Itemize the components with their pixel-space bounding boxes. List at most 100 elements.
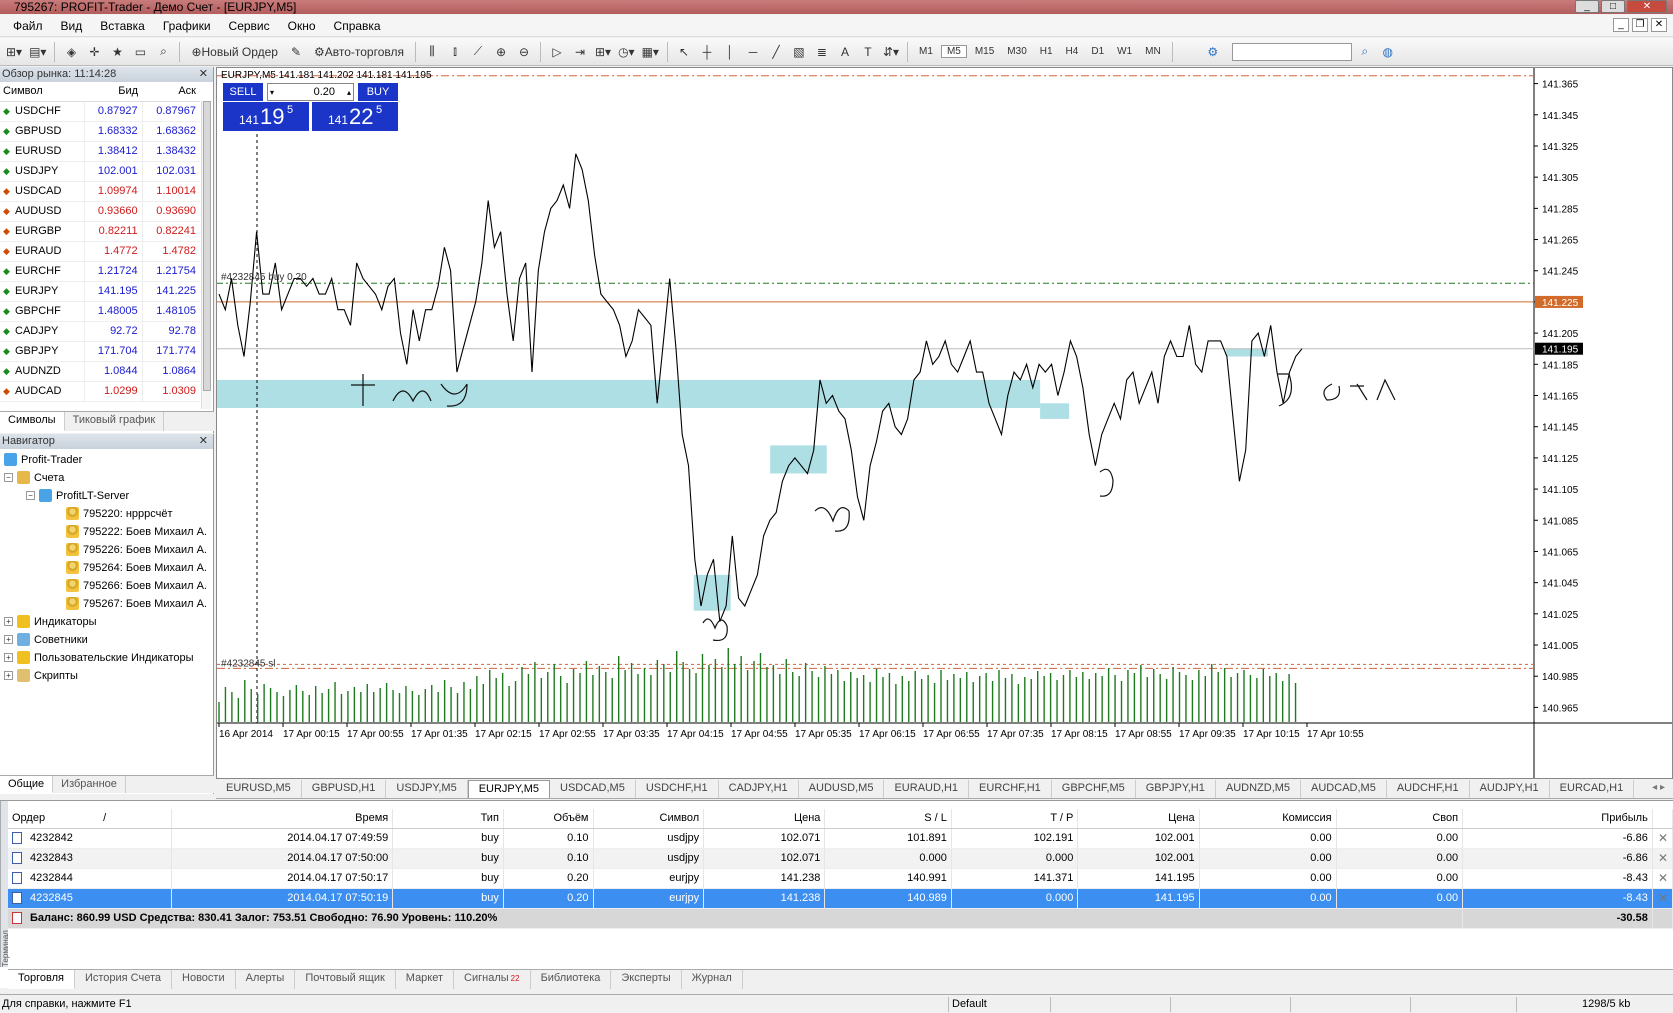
auto-scroll-icon[interactable]: ▷	[547, 41, 567, 63]
market-watch-row[interactable]: ◆ USDCAD 1.09974 1.10014	[0, 181, 200, 202]
maximize-button[interactable]: □	[1601, 0, 1625, 13]
chart-tab[interactable]: GBPJPY,H1	[1136, 780, 1216, 798]
col-symbol[interactable]: Символ	[0, 82, 85, 102]
expand-icon[interactable]: +	[4, 635, 13, 644]
chart-tab[interactable]: CADJPY,H1	[719, 780, 799, 798]
buy-price-button[interactable]: 141 22 5	[312, 102, 398, 131]
tf-m5[interactable]: M5	[940, 45, 967, 58]
nav-account-item[interactable]: 795267: Боев Михаил А.	[66, 597, 207, 610]
market-watch-row[interactable]: ◆ CADJPY 92.72 92.78	[0, 321, 200, 342]
order-buy-label[interactable]: #4232845 buy 0.20	[221, 272, 307, 283]
terminal-tab[interactable]: Журнал	[682, 970, 743, 989]
chart-tab[interactable]: AUDJPY,H1	[1470, 780, 1550, 798]
community-icon[interactable]: ◍	[1378, 41, 1398, 63]
close-order-icon[interactable]: ✕	[1658, 871, 1668, 885]
menu-window[interactable]: Окно	[279, 19, 325, 33]
col-ask[interactable]: Аск	[142, 82, 200, 102]
close-icon[interactable]: ✕	[199, 434, 208, 449]
chart-tab[interactable]: USDJPY,M5	[386, 780, 468, 798]
tf-m1[interactable]: M1	[914, 46, 938, 57]
market-watch-icon[interactable]: ◈	[61, 41, 81, 63]
tab-symbols[interactable]: Символы	[0, 412, 65, 431]
col-header[interactable]: Время	[171, 809, 394, 829]
expand-icon[interactable]: +	[4, 653, 13, 662]
line-chart-icon[interactable]: ⟋	[468, 41, 488, 63]
sell-price-button[interactable]: 141 19 5	[223, 102, 309, 131]
strategy-tester-icon[interactable]: ⌕	[153, 41, 173, 63]
tf-h4[interactable]: H4	[1061, 46, 1084, 57]
chart-tab[interactable]: USDCAD,M5	[550, 780, 636, 798]
collapse-icon[interactable]: −	[4, 473, 13, 482]
nav-account-item[interactable]: 795220: нрррсчёт	[66, 507, 173, 520]
new-order-button[interactable]: ⊕ Новый Ордер	[186, 41, 283, 63]
terminal-tab[interactable]: История Счета	[75, 970, 173, 989]
col-header[interactable]: S / L	[824, 809, 952, 829]
terminal-tab[interactable]: Библиотека	[531, 970, 612, 989]
terminal-tab[interactable]: Сигналы 22	[454, 970, 531, 989]
col-header[interactable]: Объём	[503, 809, 594, 829]
col-header[interactable]: Цена	[1077, 809, 1200, 829]
support-resistance-zone[interactable]	[217, 379, 1041, 408]
tf-d1[interactable]: D1	[1086, 46, 1109, 57]
new-chart-icon[interactable]: ⊞▾	[4, 41, 24, 63]
support-resistance-zone[interactable]	[770, 445, 827, 474]
child-minimize-button[interactable]: _	[1613, 18, 1629, 32]
order-row[interactable]: 4232845 2014.04.17 07:50:19 buy 0.20 eurjpy 1…	[8, 888, 1673, 909]
market-watch-row[interactable]: ◆ EURCHF 1.21724 1.21754	[0, 261, 200, 282]
nav-account-item[interactable]: 795226: Боев Михаил А.	[66, 543, 207, 556]
tf-m15[interactable]: M15	[970, 46, 999, 57]
chart-tab[interactable]: AUDNZD,M5	[1216, 780, 1302, 798]
periods-icon[interactable]: ◷▾	[616, 41, 637, 63]
collapse-icon[interactable]: −	[26, 491, 35, 500]
cursor-icon[interactable]: ↖	[674, 41, 694, 63]
col-header[interactable]: Тип	[392, 809, 504, 829]
nav-indicators[interactable]: + Индикаторы	[4, 615, 97, 628]
close-order-icon[interactable]: ✕	[1658, 831, 1668, 845]
volume-down-icon[interactable]: ▾	[270, 85, 274, 101]
chart-tab[interactable]: GBPUSD,H1	[302, 780, 387, 798]
terminal-tab[interactable]: Маркет	[396, 970, 455, 989]
order-sl-label[interactable]: #4232845 sl	[221, 658, 276, 669]
label-icon[interactable]: T	[858, 41, 878, 63]
market-watch-row[interactable]: ◆ USDCHF 0.87927 0.87967	[0, 101, 200, 122]
market-watch-row[interactable]: ◆ USDJPY 102.001 102.031	[0, 161, 200, 182]
menu-file[interactable]: Файл	[4, 19, 52, 33]
chart-tab[interactable]: EURUSD,M5	[216, 780, 302, 798]
crosshair-icon[interactable]: ┼	[697, 41, 717, 63]
chart-shift-icon[interactable]: ⇥	[570, 41, 590, 63]
terminal-tab[interactable]: Алерты	[236, 970, 296, 989]
col-bid[interactable]: Бид	[84, 82, 143, 102]
terminal-tab[interactable]: Новости	[172, 970, 236, 989]
close-order-icon[interactable]: ✕	[1658, 851, 1668, 865]
minimize-button[interactable]: _	[1575, 0, 1599, 13]
indicators-icon[interactable]: ⊞▾	[593, 41, 613, 63]
menu-tools[interactable]: Сервис	[220, 19, 279, 33]
terminal-tab[interactable]: Эксперты	[611, 970, 682, 989]
chart-tab[interactable]: AUDCHF,H1	[1387, 780, 1470, 798]
chart-tab[interactable]: AUDCAD,M5	[1301, 780, 1387, 798]
tab-favorites[interactable]: Избранное	[53, 776, 126, 793]
data-window-icon[interactable]: ✛	[84, 41, 104, 63]
col-header[interactable]: Символ	[593, 809, 705, 829]
col-header[interactable]: Комиссия	[1199, 809, 1337, 829]
vertical-line-icon[interactable]: │	[720, 41, 740, 63]
market-watch-row[interactable]: ◆ EURJPY 141.195 141.225	[0, 281, 200, 302]
market-watch-row[interactable]: ◆ EURGBP 0.82211 0.82241	[0, 221, 200, 242]
expand-icon[interactable]: +	[4, 617, 13, 626]
nav-scripts[interactable]: + Скрипты	[4, 669, 78, 682]
horizontal-line-icon[interactable]: ─	[743, 41, 763, 63]
close-order-icon[interactable]: ✕	[1658, 891, 1668, 905]
col-header[interactable]: Прибыль	[1462, 809, 1653, 829]
tf-h1[interactable]: H1	[1035, 46, 1058, 57]
search-icon[interactable]: ⌕	[1355, 41, 1375, 63]
market-watch-row[interactable]: ◆ EURUSD 1.38412 1.38432	[0, 141, 200, 162]
chart-tab[interactable]: EURJPY,M5	[467, 780, 551, 798]
buy-button[interactable]: BUY	[358, 83, 398, 101]
zoom-in-icon[interactable]: ⊕	[491, 41, 511, 63]
volume-up-icon[interactable]: ▴	[347, 85, 351, 101]
market-watch-row[interactable]: ◆ AUDCAD 1.0299 1.0309	[0, 381, 200, 402]
nav-account-item[interactable]: 795222: Боев Михаил А.	[66, 525, 207, 538]
tf-mn[interactable]: MN	[1140, 46, 1166, 57]
order-row[interactable]: 4232842 2014.04.17 07:49:59 buy 0.10 usdjpy 1…	[8, 828, 1673, 849]
bar-chart-icon[interactable]: ⫼	[422, 41, 442, 63]
